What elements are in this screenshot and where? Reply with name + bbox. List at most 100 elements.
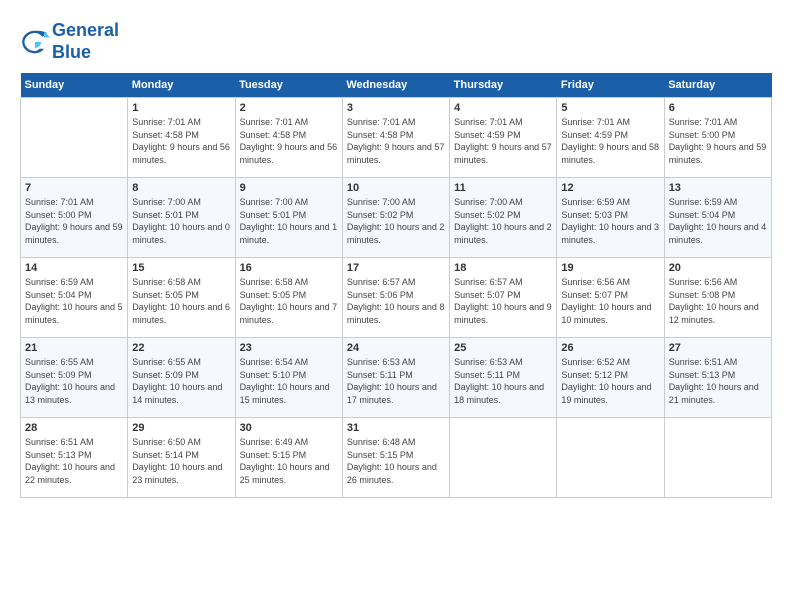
day-info: Sunrise: 6:50 AMSunset: 5:14 PMDaylight:…: [132, 436, 230, 486]
day-info: Sunrise: 6:55 AMSunset: 5:09 PMDaylight:…: [132, 356, 230, 406]
week-row-3: 14 Sunrise: 6:59 AMSunset: 5:04 PMDayligh…: [21, 258, 772, 338]
header-thursday: Thursday: [450, 73, 557, 98]
calendar-cell: 1 Sunrise: 7:01 AMSunset: 4:58 PMDaylight…: [128, 98, 235, 178]
day-number: 18: [454, 262, 552, 274]
day-info: Sunrise: 7:01 AMSunset: 4:59 PMDaylight:…: [454, 116, 552, 166]
calendar-cell: [21, 98, 128, 178]
calendar-cell: 26Sunrise: 6:52 AMSunset: 5:12 PMDayligh…: [557, 338, 664, 418]
calendar-table: SundayMondayTuesdayWednesdayThursdayFrid…: [20, 73, 772, 498]
day-info: Sunrise: 6:53 AMSunset: 5:11 PMDaylight:…: [454, 356, 552, 406]
calendar-cell: 16 Sunrise: 6:58 AMSunset: 5:05 PMDayligh…: [235, 258, 342, 338]
day-info: Sunrise: 6:56 AMSunset: 5:08 PMDaylight:…: [669, 276, 767, 326]
header-monday: Monday: [128, 73, 235, 98]
header-saturday: Saturday: [664, 73, 771, 98]
day-number: 20: [669, 262, 767, 274]
day-number: 15: [132, 262, 230, 274]
day-info: Sunrise: 6:57 AMSunset: 5:07 PMDaylight:…: [454, 276, 552, 326]
day-info: Sunrise: 6:48 AMSunset: 5:15 PMDaylight:…: [347, 436, 445, 486]
day-info: Sunrise: 7:01 AMSunset: 4:59 PMDaylight:…: [561, 116, 659, 166]
day-info: Sunrise: 6:53 AMSunset: 5:11 PMDaylight:…: [347, 356, 445, 406]
day-number: 5: [561, 102, 659, 114]
day-info: Sunrise: 6:59 AMSunset: 5:03 PMDaylight:…: [561, 196, 659, 246]
calendar-cell: 6Sunrise: 7:01 AMSunset: 5:00 PMDaylight…: [664, 98, 771, 178]
logo: General Blue: [20, 20, 119, 63]
calendar-cell: 17 Sunrise: 6:57 AMSunset: 5:06 PMDayligh…: [342, 258, 449, 338]
day-number: 27: [669, 342, 767, 354]
day-number: 6: [669, 102, 767, 114]
day-number: 25: [454, 342, 552, 354]
header-row: SundayMondayTuesdayWednesdayThursdayFrid…: [21, 73, 772, 98]
week-row-5: 28 Sunrise: 6:51 AMSunset: 5:13 PMDayligh…: [21, 418, 772, 498]
day-info: Sunrise: 6:52 AMSunset: 5:12 PMDaylight:…: [561, 356, 659, 406]
day-info: Sunrise: 6:57 AMSunset: 5:06 PMDaylight:…: [347, 276, 445, 326]
page-header: General Blue: [20, 20, 772, 63]
logo-text: General Blue: [52, 20, 119, 63]
week-row-2: 7 Sunrise: 7:01 AMSunset: 5:00 PMDaylight…: [21, 178, 772, 258]
day-info: Sunrise: 7:01 AMSunset: 4:58 PMDaylight:…: [240, 116, 338, 166]
day-info: Sunrise: 7:00 AMSunset: 5:02 PMDaylight:…: [347, 196, 445, 246]
day-number: 29: [132, 422, 230, 434]
calendar-cell: 23Sunrise: 6:54 AMSunset: 5:10 PMDayligh…: [235, 338, 342, 418]
calendar-cell: 19 Sunrise: 6:56 AMSunset: 5:07 PMDayligh…: [557, 258, 664, 338]
day-info: Sunrise: 6:58 AMSunset: 5:05 PMDaylight:…: [240, 276, 338, 326]
day-info: Sunrise: 7:00 AMSunset: 5:01 PMDaylight:…: [240, 196, 338, 246]
calendar-cell: 28 Sunrise: 6:51 AMSunset: 5:13 PMDayligh…: [21, 418, 128, 498]
header-sunday: Sunday: [21, 73, 128, 98]
day-number: 4: [454, 102, 552, 114]
day-number: 17: [347, 262, 445, 274]
day-number: 24: [347, 342, 445, 354]
calendar-cell: [450, 418, 557, 498]
day-info: Sunrise: 6:55 AMSunset: 5:09 PMDaylight:…: [25, 356, 123, 406]
day-number: 10: [347, 182, 445, 194]
day-info: Sunrise: 6:51 AMSunset: 5:13 PMDaylight:…: [25, 436, 123, 486]
day-info: Sunrise: 7:01 AMSunset: 4:58 PMDaylight:…: [132, 116, 230, 166]
calendar-cell: 2Sunrise: 7:01 AMSunset: 4:58 PMDaylight…: [235, 98, 342, 178]
day-number: 31: [347, 422, 445, 434]
day-number: 19: [561, 262, 659, 274]
calendar-cell: 15 Sunrise: 6:58 AMSunset: 5:05 PMDayligh…: [128, 258, 235, 338]
day-info: Sunrise: 7:00 AMSunset: 5:01 PMDaylight:…: [132, 196, 230, 246]
calendar-cell: 10 Sunrise: 7:00 AMSunset: 5:02 PMDayligh…: [342, 178, 449, 258]
calendar-cell: 14 Sunrise: 6:59 AMSunset: 5:04 PMDayligh…: [21, 258, 128, 338]
day-number: 22: [132, 342, 230, 354]
calendar-cell: 25 Sunrise: 6:53 AMSunset: 5:11 PMDayligh…: [450, 338, 557, 418]
calendar-cell: 21 Sunrise: 6:55 AMSunset: 5:09 PMDayligh…: [21, 338, 128, 418]
day-info: Sunrise: 6:49 AMSunset: 5:15 PMDaylight:…: [240, 436, 338, 486]
calendar-cell: 22 Sunrise: 6:55 AMSunset: 5:09 PMDayligh…: [128, 338, 235, 418]
calendar-cell: 3 Sunrise: 7:01 AMSunset: 4:58 PMDaylight…: [342, 98, 449, 178]
calendar-cell: 24 Sunrise: 6:53 AMSunset: 5:11 PMDayligh…: [342, 338, 449, 418]
calendar-cell: 5 Sunrise: 7:01 AMSunset: 4:59 PMDaylight…: [557, 98, 664, 178]
day-info: Sunrise: 6:56 AMSunset: 5:07 PMDaylight:…: [561, 276, 659, 326]
day-info: Sunrise: 7:01 AMSunset: 5:00 PMDaylight:…: [25, 196, 123, 246]
day-number: 7: [25, 182, 123, 194]
day-number: 30: [240, 422, 338, 434]
day-info: Sunrise: 6:51 AMSunset: 5:13 PMDaylight:…: [669, 356, 767, 406]
week-row-1: 1 Sunrise: 7:01 AMSunset: 4:58 PMDaylight…: [21, 98, 772, 178]
day-number: 14: [25, 262, 123, 274]
day-number: 16: [240, 262, 338, 274]
calendar-cell: [664, 418, 771, 498]
day-info: Sunrise: 6:59 AMSunset: 5:04 PMDaylight:…: [669, 196, 767, 246]
day-number: 28: [25, 422, 123, 434]
calendar-cell: 27 Sunrise: 6:51 AMSunset: 5:13 PMDayligh…: [664, 338, 771, 418]
day-number: 1: [132, 102, 230, 114]
day-number: 12: [561, 182, 659, 194]
day-number: 23: [240, 342, 338, 354]
week-row-4: 21 Sunrise: 6:55 AMSunset: 5:09 PMDayligh…: [21, 338, 772, 418]
header-tuesday: Tuesday: [235, 73, 342, 98]
calendar-cell: [557, 418, 664, 498]
calendar-cell: 31 Sunrise: 6:48 AMSunset: 5:15 PMDayligh…: [342, 418, 449, 498]
calendar-cell: 29 Sunrise: 6:50 AMSunset: 5:14 PMDayligh…: [128, 418, 235, 498]
calendar-cell: 8Sunrise: 7:00 AMSunset: 5:01 PMDaylight…: [128, 178, 235, 258]
day-number: 3: [347, 102, 445, 114]
day-number: 21: [25, 342, 123, 354]
day-number: 11: [454, 182, 552, 194]
day-number: 9: [240, 182, 338, 194]
calendar-cell: 12 Sunrise: 6:59 AMSunset: 5:03 PMDayligh…: [557, 178, 664, 258]
day-info: Sunrise: 6:58 AMSunset: 5:05 PMDaylight:…: [132, 276, 230, 326]
logo-icon: [20, 27, 50, 57]
day-info: Sunrise: 7:01 AMSunset: 4:58 PMDaylight:…: [347, 116, 445, 166]
calendar-cell: 9 Sunrise: 7:00 AMSunset: 5:01 PMDaylight…: [235, 178, 342, 258]
day-info: Sunrise: 6:59 AMSunset: 5:04 PMDaylight:…: [25, 276, 123, 326]
header-wednesday: Wednesday: [342, 73, 449, 98]
